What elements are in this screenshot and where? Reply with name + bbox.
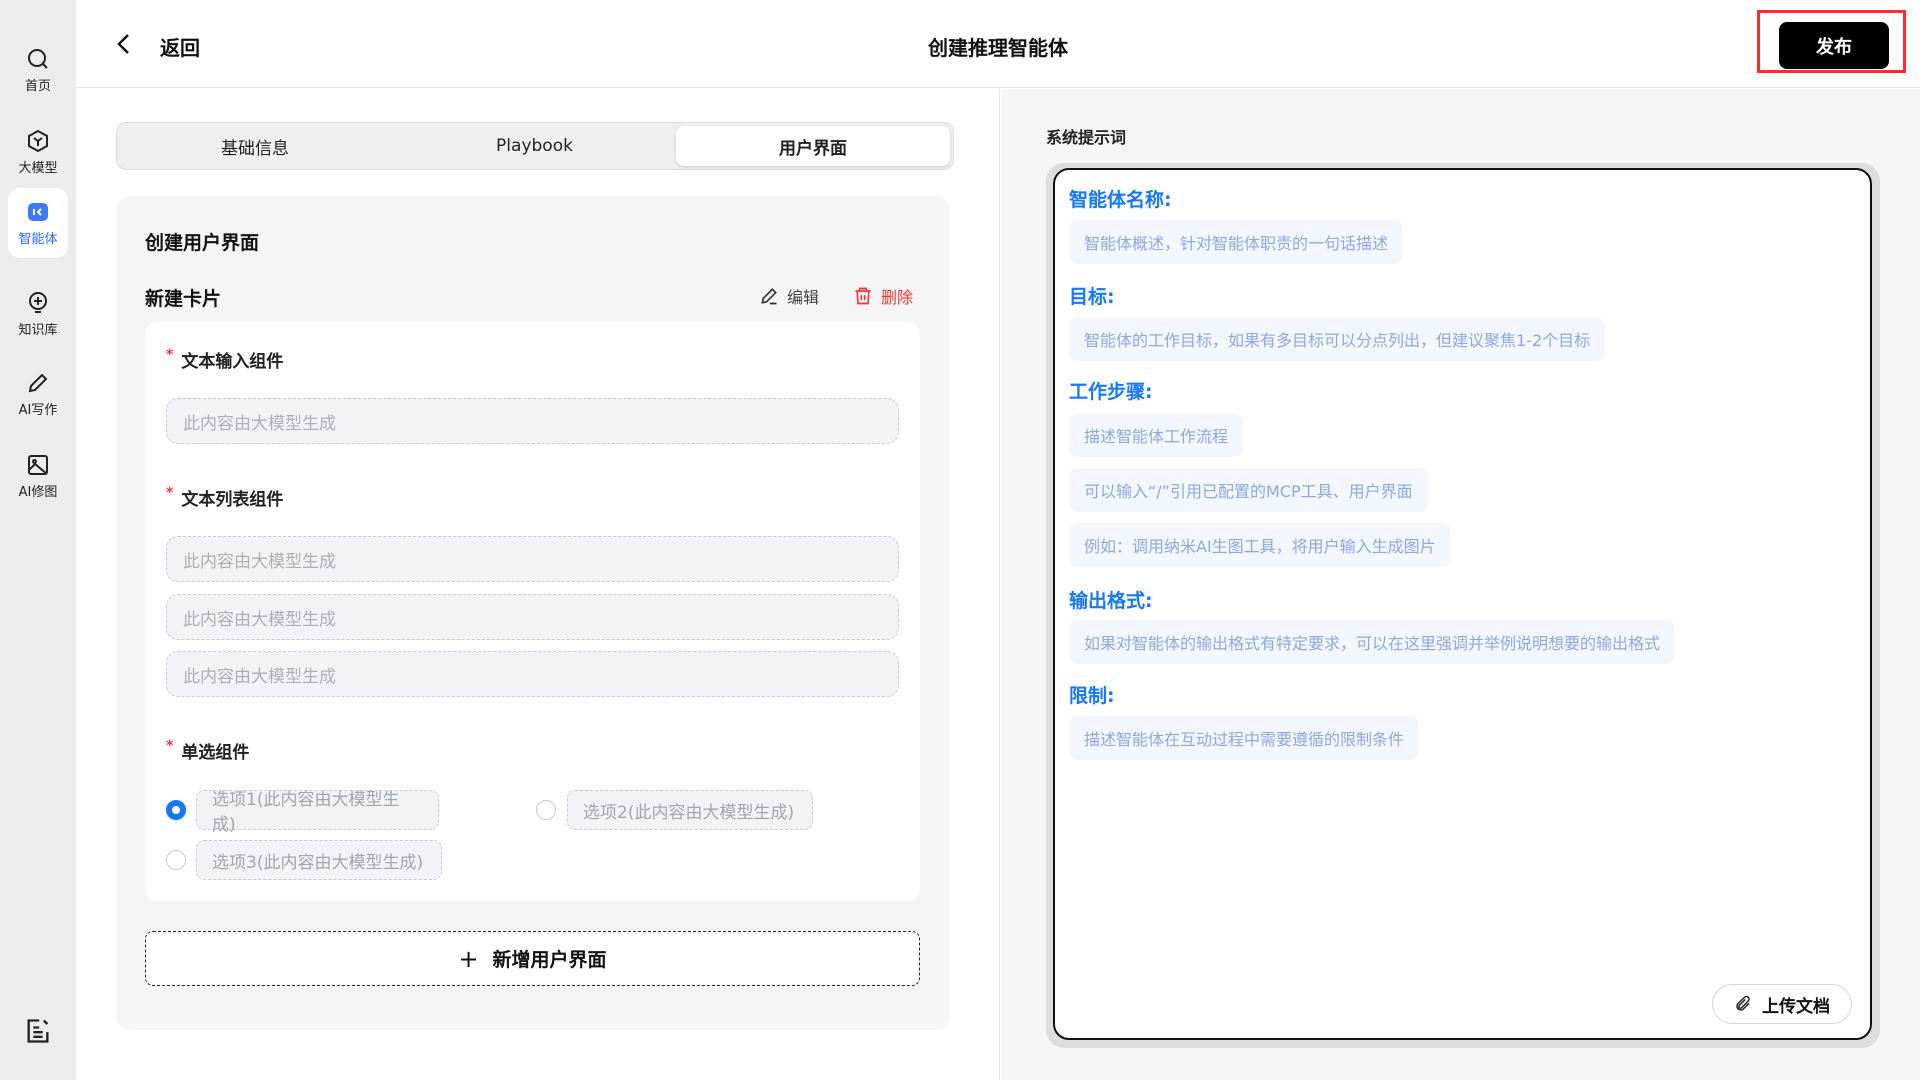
- text-input-field[interactable]: 此内容由大模型生成: [166, 398, 899, 444]
- edit-button[interactable]: 编辑: [759, 284, 819, 308]
- sidebar-item-ai-writing[interactable]: AI写作: [8, 358, 68, 430]
- chevron-left-icon: [117, 34, 129, 54]
- delete-label: 删除: [881, 288, 914, 307]
- tab-playbook[interactable]: Playbook: [397, 126, 672, 166]
- prompt-chip[interactable]: 智能体的工作目标，如果有多目标可以分点列出，但建议聚焦1-2个目标: [1069, 317, 1606, 361]
- edit-label: 编辑: [787, 288, 820, 307]
- radio-option-3[interactable]: [166, 850, 186, 870]
- sidebar-item-models[interactable]: 大模型: [8, 116, 68, 188]
- back-button[interactable]: [114, 32, 134, 60]
- sidebar-item-agents[interactable]: 智能体: [8, 188, 68, 258]
- sidebar-item-label: 大模型: [18, 160, 58, 176]
- prompt-chip[interactable]: 如果对智能体的输出格式有特定要求，可以在这里强调并举例说明想要的输出格式: [1069, 620, 1676, 664]
- radio-option-1[interactable]: [166, 800, 186, 820]
- add-label: 新增用户界面: [492, 949, 607, 971]
- cube-icon: [28, 129, 48, 152]
- section-heading: 智能体名称:: [1069, 189, 1172, 211]
- paperclip-icon: [1736, 995, 1750, 1011]
- section-heading: 限制:: [1069, 685, 1115, 707]
- prompt-chip[interactable]: 可以输入“/”引用已配置的MCP工具、用户界面: [1069, 468, 1428, 512]
- prompt-chip[interactable]: 描述智能体在互动过程中需要遵循的限制条件: [1069, 716, 1420, 760]
- sidebar-item-ai-image[interactable]: AI修图: [8, 440, 68, 512]
- card-title: 创建用户界面: [145, 232, 260, 254]
- prompt-chip[interactable]: 智能体概述，针对智能体职责的一句话描述: [1069, 220, 1404, 264]
- text-list-item[interactable]: 此内容由大模型生成: [166, 651, 899, 697]
- prompt-chip[interactable]: 描述智能体工作流程: [1069, 413, 1244, 457]
- sidebar-item-label: 知识库: [18, 322, 58, 338]
- required-mark: *: [166, 738, 174, 754]
- sidebar-item-label: AI修图: [18, 484, 58, 500]
- back-label[interactable]: 返回: [160, 32, 200, 61]
- label-text: 单选组件: [181, 743, 250, 763]
- tab-basic-info[interactable]: 基础信息: [120, 126, 390, 166]
- radio-option-3-label[interactable]: 选项3(此内容由大模型生成): [196, 840, 442, 880]
- tab-user-interface[interactable]: 用户界面: [676, 126, 950, 166]
- trash-icon: [855, 287, 871, 305]
- pen-icon: [28, 373, 48, 392]
- agent-icon: [28, 202, 48, 221]
- section-heading: 目标:: [1069, 286, 1115, 308]
- card-subtitle: 新建卡片: [145, 288, 222, 310]
- page-title: 创建推理智能体: [928, 36, 1068, 60]
- radio-option-2-label[interactable]: 选项2(此内容由大模型生成): [567, 790, 813, 830]
- publish-button[interactable]: 发布: [1779, 22, 1889, 69]
- delete-button[interactable]: 删除: [853, 284, 913, 308]
- required-mark: *: [166, 347, 174, 363]
- prompt-chip[interactable]: 例如：调用纳米AI生图工具，将用户输入生成图片: [1069, 523, 1451, 567]
- radio-option-2[interactable]: [536, 800, 556, 820]
- text-list-label: * 文本列表组件: [166, 485, 283, 510]
- tab-bar: 基础信息 Playbook 用户界面: [116, 122, 954, 170]
- radio-option-1-label[interactable]: 选项1(此内容由大模型生成): [196, 790, 439, 835]
- section-heading: 输出格式:: [1069, 590, 1153, 612]
- label-text: 文本列表组件: [181, 490, 284, 510]
- sidebar-item-knowledge[interactable]: 知识库: [8, 278, 68, 350]
- sidebar-item-home[interactable]: 首页: [8, 34, 68, 106]
- text-input-label: * 文本输入组件: [166, 347, 283, 372]
- sidebar: 首页 大模型 智能体 知识库 AI写作 AI修图: [0, 0, 76, 1080]
- section-heading: 工作步骤:: [1069, 381, 1153, 403]
- radio-group-label: * 单选组件: [166, 738, 249, 763]
- upload-label: 上传文档: [1762, 996, 1830, 1017]
- sidebar-item-label: AI写作: [18, 402, 58, 418]
- notes-icon[interactable]: [24, 1017, 52, 1045]
- prompt-editor[interactable]: [1053, 168, 1872, 1040]
- image-icon: [28, 454, 48, 475]
- text-list-item[interactable]: 此内容由大模型生成: [166, 594, 899, 640]
- bulb-icon: [29, 291, 47, 313]
- required-mark: *: [166, 485, 174, 501]
- edit-icon: [761, 288, 777, 305]
- add-user-interface-button[interactable]: + 新增用户界面: [145, 931, 920, 986]
- header: 返回 创建推理智能体 发布: [76, 0, 1920, 88]
- plus-icon: +: [458, 944, 479, 973]
- sidebar-item-label: 智能体: [18, 231, 58, 247]
- upload-document-button[interactable]: 上传文档: [1712, 984, 1852, 1024]
- search-icon: [28, 48, 48, 69]
- text-list-item[interactable]: 此内容由大模型生成: [166, 536, 899, 582]
- prompt-title: 系统提示词: [1046, 128, 1127, 147]
- sidebar-item-label: 首页: [24, 78, 51, 94]
- label-text: 文本输入组件: [181, 352, 284, 372]
